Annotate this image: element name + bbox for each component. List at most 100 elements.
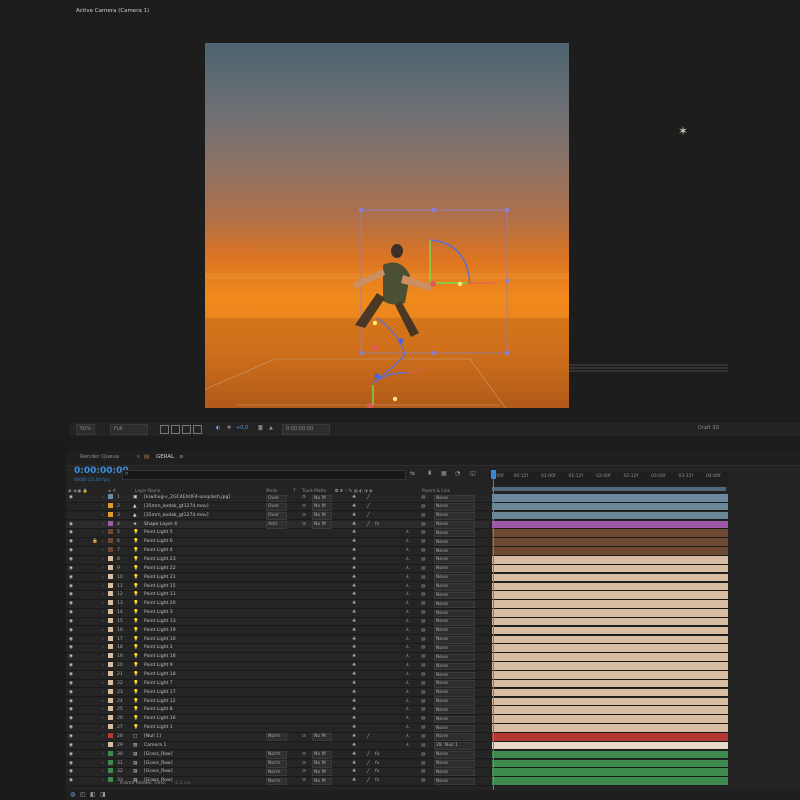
track-matte-dropdown[interactable]: No M [312, 494, 332, 502]
label-color-swatch[interactable] [108, 617, 113, 623]
shy-switch-icon[interactable]: ♣ [352, 777, 356, 785]
layer-duration-bar[interactable] [492, 609, 728, 618]
layer-duration-bar[interactable] [492, 732, 728, 742]
layer-row[interactable]: ◉ › 20 💡 Point Light 9 ♣ ⅄ @ None [66, 662, 489, 671]
track-matte-icon[interactable]: ⊙ [302, 494, 306, 502]
expand-arrow-icon[interactable]: › [102, 768, 104, 776]
parent-pickwhip-icon[interactable]: @ [421, 591, 426, 599]
layer-row[interactable]: › 3 ▲ [35mm_kodak_gt1274.mov] Over ⊙ No M ♣ ╱ @ No… [66, 511, 489, 521]
shy-switch-icon[interactable]: ♣ [352, 689, 356, 697]
quality-switch-icon[interactable]: ╱ [367, 751, 370, 759]
expand-arrow-icon[interactable]: › [102, 706, 104, 714]
parent-pickwhip-icon[interactable]: @ [421, 653, 426, 661]
layer-row[interactable]: ◉ › 8 💡 Point Light 23 ♣ ⅄ @ None [66, 555, 489, 565]
renderer-label[interactable]: Draft 3D [698, 424, 719, 433]
visibility-eye-icon[interactable]: ◉ [69, 671, 73, 679]
fx-switch-icon[interactable]: fx [375, 760, 379, 768]
show-snapshot-icon[interactable]: ▲ [269, 424, 273, 433]
parent-dropdown[interactable]: None [434, 547, 475, 556]
shy-switch-icon[interactable]: ♣ [352, 583, 356, 591]
layer-row[interactable]: ◉ › 24 💡 Point Light 12 ♣ ⅄ @ None [66, 697, 489, 707]
layer-duration-bar[interactable] [492, 582, 728, 592]
visibility-eye-icon[interactable]: ◉ [69, 724, 73, 732]
layer-row[interactable]: ◉ › 25 💡 Point Light 8 ♣ ⅄ @ None [66, 706, 489, 715]
track-matte-icon[interactable]: ⊙ [302, 733, 306, 741]
layer-duration-bar[interactable] [492, 591, 728, 600]
layer-duration-bar[interactable] [492, 759, 728, 769]
quality-switch-icon[interactable]: ╱ [367, 494, 370, 502]
shy-switch-icon[interactable]: ♣ [352, 600, 356, 608]
parent-pickwhip-icon[interactable]: @ [421, 742, 426, 750]
layer-duration-bar[interactable] [492, 511, 728, 521]
layer-mode-dropdown[interactable]: Norm [266, 751, 287, 759]
parent-pickwhip-icon[interactable]: @ [421, 733, 426, 741]
comp-mini-flowchart-icon[interactable]: ⇆ [410, 470, 415, 477]
expand-arrow-icon[interactable]: › [102, 760, 104, 768]
layer-name[interactable]: Point Light 1 [144, 724, 173, 732]
fx-switch-icon[interactable]: fx [375, 777, 379, 785]
parent-pickwhip-icon[interactable]: @ [421, 547, 426, 555]
expand-arrow-icon[interactable]: › [102, 653, 104, 661]
shy-switch-icon[interactable]: ♣ [352, 556, 356, 564]
shy-switch-icon[interactable]: ♣ [352, 565, 356, 573]
shy-switch-icon[interactable]: ♣ [352, 538, 356, 546]
expand-arrow-icon[interactable]: › [102, 636, 104, 644]
label-color-swatch[interactable] [108, 715, 113, 721]
3d-layer-icon[interactable]: ⅄ [406, 627, 409, 635]
label-color-swatch[interactable] [108, 564, 113, 570]
quality-switch-icon[interactable]: ╱ [367, 733, 370, 741]
parent-dropdown[interactable]: None [434, 512, 475, 520]
shy-switch-icon[interactable]: ♣ [352, 698, 356, 706]
shy-switch-icon[interactable]: ♣ [352, 662, 356, 670]
visibility-eye-icon[interactable]: ◉ [69, 609, 73, 617]
parent-dropdown[interactable]: None [434, 583, 475, 591]
layer-name[interactable]: [35mm_kodak_gt1274.mov] [144, 503, 209, 511]
parent-pickwhip-icon[interactable]: @ [421, 751, 426, 759]
layer-row[interactable]: ◉ › 30 ▤ [Grass_Row] Norm ⊙ No M ♣ ╱ fx @ None [66, 750, 489, 760]
parent-pickwhip-icon[interactable]: @ [421, 618, 426, 626]
visibility-eye-icon[interactable]: ◉ [69, 627, 73, 635]
parent-dropdown[interactable]: None [434, 724, 475, 733]
layer-duration-bar[interactable] [492, 777, 728, 786]
shy-switch-icon[interactable]: ♣ [352, 715, 356, 723]
shy-switch-icon[interactable]: ♣ [352, 627, 356, 635]
label-color-swatch[interactable] [108, 555, 113, 561]
3d-layer-icon[interactable]: ⅄ [406, 706, 409, 714]
layer-row[interactable]: ◉ › 23 💡 Point Light 17 ♣ ⅄ @ None [66, 688, 489, 698]
expand-arrow-icon[interactable]: › [102, 715, 104, 723]
visibility-eye-icon[interactable]: ◉ [69, 777, 73, 785]
layer-row[interactable]: ◉ › 28 □ [Null 1] Norm ⊙ No M ♣ ╱ ⅄ @ None [66, 732, 489, 742]
shy-switch-icon[interactable]: ♣ [352, 751, 356, 759]
layer-name[interactable]: Shape Layer 4 [144, 521, 177, 529]
3d-layer-icon[interactable]: ⅄ [406, 547, 409, 555]
frame-blending-icon[interactable]: ▦ [441, 470, 447, 477]
current-timecode[interactable]: 0:00:00:00 [74, 466, 129, 476]
parent-pickwhip-icon[interactable]: @ [421, 503, 426, 511]
shy-switch-icon[interactable]: ♣ [352, 671, 356, 679]
expand-arrow-icon[interactable]: › [102, 503, 104, 511]
guides-icon[interactable] [193, 425, 202, 434]
layer-row[interactable]: ◉ › 19 💡 Point Light 18 ♣ ⅄ @ None [66, 653, 489, 662]
layer-row[interactable]: ◉ 🔒 › 6 💡 Point Light 6 ♣ ⅄ @ None [66, 538, 489, 547]
quality-switch-icon[interactable]: ╱ [367, 503, 370, 511]
layer-name[interactable]: Point Light 11 [144, 591, 176, 599]
3d-layer-icon[interactable]: ⅄ [406, 742, 409, 750]
track-matte-icon[interactable]: ⊙ [302, 503, 306, 511]
visibility-eye-icon[interactable]: ◉ [69, 662, 73, 670]
3d-layer-icon[interactable]: ⅄ [406, 583, 409, 591]
layer-name[interactable]: Point Light 9 [144, 662, 173, 670]
visibility-eye-icon[interactable]: ◉ [69, 565, 73, 573]
label-color-swatch[interactable] [108, 538, 113, 544]
label-color-swatch[interactable] [108, 662, 113, 668]
layer-duration-bar[interactable] [492, 715, 728, 724]
label-color-swatch[interactable] [108, 759, 113, 765]
shy-switch-icon[interactable]: ♣ [352, 503, 356, 511]
visibility-eye-icon[interactable]: ◉ [69, 644, 73, 652]
label-color-swatch[interactable] [108, 679, 113, 685]
3d-layer-icon[interactable]: ⅄ [406, 715, 409, 723]
3d-layer-icon[interactable]: ⅄ [406, 565, 409, 573]
visibility-eye-icon[interactable]: ◉ [69, 547, 73, 555]
quality-switch-icon[interactable]: ╱ [367, 512, 370, 520]
layer-name[interactable]: Point Light 22 [144, 565, 176, 573]
visibility-eye-icon[interactable]: ◉ [69, 591, 73, 599]
